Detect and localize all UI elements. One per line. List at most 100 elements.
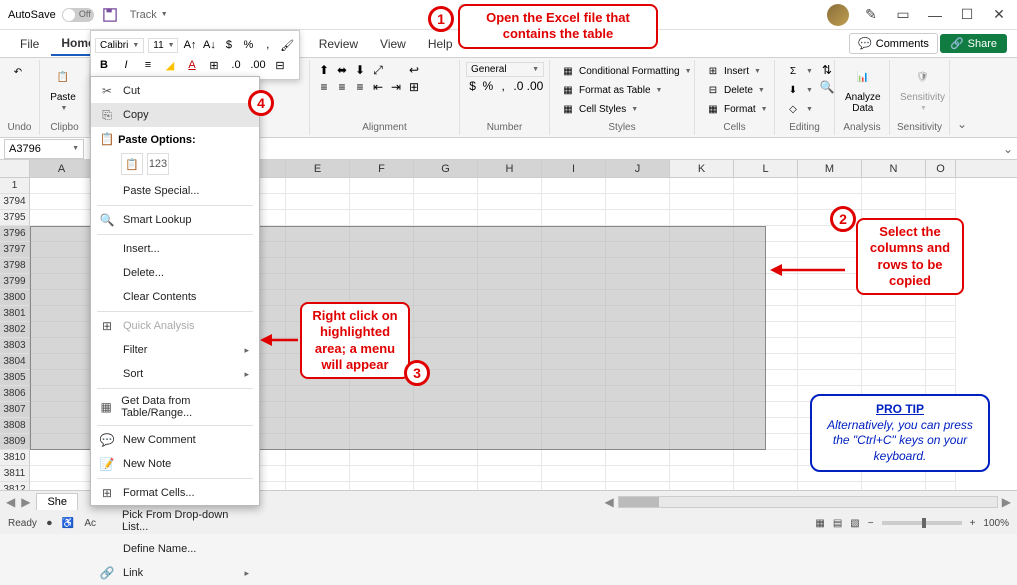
- cell[interactable]: [478, 354, 542, 370]
- cell[interactable]: [30, 242, 94, 258]
- mini-dec-dec-icon[interactable]: .00: [249, 56, 267, 74]
- row-header[interactable]: 3798: [0, 258, 30, 274]
- ctx-format-cells[interactable]: ⊞Format Cells...: [91, 481, 259, 505]
- cell[interactable]: [606, 450, 670, 466]
- merge-icon[interactable]: ⊞: [406, 79, 422, 95]
- cell[interactable]: [734, 210, 798, 226]
- cell[interactable]: [798, 338, 862, 354]
- cell[interactable]: [542, 274, 606, 290]
- row-header[interactable]: 3799: [0, 274, 30, 290]
- cell[interactable]: [926, 370, 956, 386]
- cell[interactable]: [798, 194, 862, 210]
- col-header-G[interactable]: G: [414, 160, 478, 177]
- cell[interactable]: [734, 450, 798, 466]
- cell[interactable]: [478, 418, 542, 434]
- cell[interactable]: [30, 450, 94, 466]
- mini-increase-font-icon[interactable]: A↑: [182, 36, 197, 54]
- cell[interactable]: [30, 434, 94, 450]
- view-layout-icon[interactable]: ▤: [833, 518, 842, 529]
- row-header[interactable]: 3806: [0, 386, 30, 402]
- cell[interactable]: [606, 226, 670, 242]
- cell[interactable]: [286, 418, 350, 434]
- cell[interactable]: [862, 178, 926, 194]
- cell[interactable]: [670, 178, 734, 194]
- ctx-cut[interactable]: ✂Cut: [91, 79, 259, 103]
- cell[interactable]: [478, 258, 542, 274]
- mini-align-icon[interactable]: ≡: [139, 56, 157, 74]
- cell[interactable]: [350, 242, 414, 258]
- cell[interactable]: [350, 258, 414, 274]
- sensitivity-button[interactable]: 🛡Sensitivity▼: [896, 62, 949, 114]
- cell[interactable]: [286, 274, 350, 290]
- cell[interactable]: [286, 210, 350, 226]
- cell[interactable]: [542, 306, 606, 322]
- orientation-icon[interactable]: ⤢: [370, 62, 386, 78]
- decimal-decrease-icon[interactable]: .00: [527, 78, 543, 94]
- cell[interactable]: [30, 306, 94, 322]
- cell[interactable]: [734, 418, 798, 434]
- cell[interactable]: [414, 306, 478, 322]
- mini-merge-icon[interactable]: ⊟: [271, 56, 289, 74]
- cell[interactable]: [606, 386, 670, 402]
- cell[interactable]: [30, 210, 94, 226]
- zoom-in-icon[interactable]: +: [970, 518, 976, 529]
- cell[interactable]: [670, 274, 734, 290]
- cell[interactable]: [478, 194, 542, 210]
- cell[interactable]: [734, 482, 798, 490]
- cell[interactable]: [606, 482, 670, 490]
- cell[interactable]: [734, 290, 798, 306]
- cell[interactable]: [30, 322, 94, 338]
- row-header[interactable]: 3803: [0, 338, 30, 354]
- cell[interactable]: [350, 386, 414, 402]
- cell[interactable]: [734, 178, 798, 194]
- cell[interactable]: [862, 370, 926, 386]
- cell[interactable]: [286, 466, 350, 482]
- mini-italic-icon[interactable]: I: [117, 56, 135, 74]
- view-normal-icon[interactable]: ▦: [815, 518, 824, 529]
- cell[interactable]: [414, 178, 478, 194]
- cell[interactable]: [606, 402, 670, 418]
- mini-decrease-font-icon[interactable]: A↓: [202, 36, 217, 54]
- zoom-out-icon[interactable]: −: [868, 518, 874, 529]
- formula-expand-button[interactable]: ⌄: [999, 142, 1017, 156]
- cell[interactable]: [286, 450, 350, 466]
- mini-font-dropdown[interactable]: Calibri▼: [95, 38, 144, 53]
- ctx-smart-lookup[interactable]: 🔍Smart Lookup: [91, 208, 259, 232]
- ctx-paste-special[interactable]: Paste Special...: [91, 179, 259, 203]
- cell[interactable]: [478, 274, 542, 290]
- ribbon-mode-icon[interactable]: ▭: [893, 5, 913, 25]
- col-header-M[interactable]: M: [798, 160, 862, 177]
- cell[interactable]: [542, 258, 606, 274]
- cell[interactable]: [862, 338, 926, 354]
- cell[interactable]: [670, 306, 734, 322]
- cell[interactable]: [478, 290, 542, 306]
- cell[interactable]: [606, 354, 670, 370]
- col-header-J[interactable]: J: [606, 160, 670, 177]
- cell[interactable]: [606, 306, 670, 322]
- ctx-pick-list[interactable]: Pick From Drop-down List...: [91, 505, 259, 537]
- format-as-table-button[interactable]: ▦Format as Table▼: [556, 81, 696, 99]
- cell[interactable]: [606, 178, 670, 194]
- cell[interactable]: [478, 242, 542, 258]
- cell[interactable]: [542, 450, 606, 466]
- mini-fontcolor-icon[interactable]: A: [183, 56, 201, 74]
- row-header[interactable]: 3810: [0, 450, 30, 466]
- col-header-F[interactable]: F: [350, 160, 414, 177]
- cell[interactable]: [670, 242, 734, 258]
- cell[interactable]: [670, 338, 734, 354]
- ctx-link[interactable]: 🔗Link▸: [91, 561, 259, 585]
- cell[interactable]: [542, 210, 606, 226]
- cell[interactable]: [734, 242, 798, 258]
- cell[interactable]: [926, 322, 956, 338]
- cell[interactable]: [30, 274, 94, 290]
- cell[interactable]: [734, 402, 798, 418]
- cell[interactable]: [286, 178, 350, 194]
- sheet-nav-prev-icon[interactable]: ◀: [6, 495, 15, 509]
- row-header[interactable]: 3805: [0, 370, 30, 386]
- cell[interactable]: [350, 226, 414, 242]
- tab-review[interactable]: Review: [309, 33, 368, 55]
- tab-view[interactable]: View: [370, 33, 416, 55]
- cell[interactable]: [926, 354, 956, 370]
- currency-icon[interactable]: $: [466, 78, 479, 94]
- cell[interactable]: [414, 338, 478, 354]
